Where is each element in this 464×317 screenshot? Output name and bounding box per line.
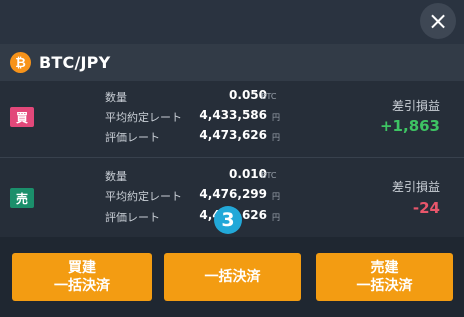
pl-value: +1,863	[379, 117, 440, 135]
avg-rate-unit: 円	[272, 113, 280, 122]
pl-value: -24	[412, 199, 440, 217]
step-marker-badge: 3	[214, 206, 242, 234]
eval-rate-unit: 円	[272, 133, 280, 142]
close-all-button[interactable]: 一括決済	[164, 253, 301, 301]
avg-rate-label: 平均約定レート	[105, 190, 182, 203]
top-bar: ×	[0, 0, 464, 44]
eval-rate-label: 評価レート	[105, 131, 160, 144]
sell-badge: 売	[10, 188, 34, 208]
close-all-sell-button[interactable]: 売建 一括決済	[316, 253, 453, 301]
action-bar: 買建 一括決済 一括決済 売建 一括決済	[0, 237, 464, 317]
quantity-unit: BTC	[261, 171, 277, 180]
position-row-buy: 買 数量 0.050 BTC 平均約定レート 4,433,586 円 評価レート…	[0, 81, 464, 157]
bitcoin-icon: ₿	[10, 52, 31, 73]
pair-title: BTC/JPY	[39, 53, 111, 72]
eval-rate-unit: 円	[272, 213, 280, 222]
pl-label: 差引損益	[391, 180, 440, 194]
eval-rate-label: 評価レート	[105, 211, 160, 224]
pl-label: 差引損益	[391, 99, 440, 113]
quantity-unit: BTC	[261, 92, 277, 101]
avg-rate-label: 平均約定レート	[105, 111, 182, 124]
eval-rate-value: 4,473,626	[199, 128, 267, 142]
avg-rate-value: 4,476,299	[199, 187, 267, 201]
pair-header: ₿ BTC/JPY	[0, 44, 464, 81]
buy-badge: 買	[10, 107, 34, 127]
quantity-label: 数量	[105, 170, 127, 183]
avg-rate-value: 4,433,586	[199, 108, 267, 122]
avg-rate-unit: 円	[272, 192, 280, 201]
close-all-buy-button[interactable]: 買建 一括決済	[12, 253, 152, 301]
close-button[interactable]: ×	[420, 3, 456, 39]
quantity-label: 数量	[105, 91, 127, 104]
close-icon: ×	[427, 7, 449, 35]
